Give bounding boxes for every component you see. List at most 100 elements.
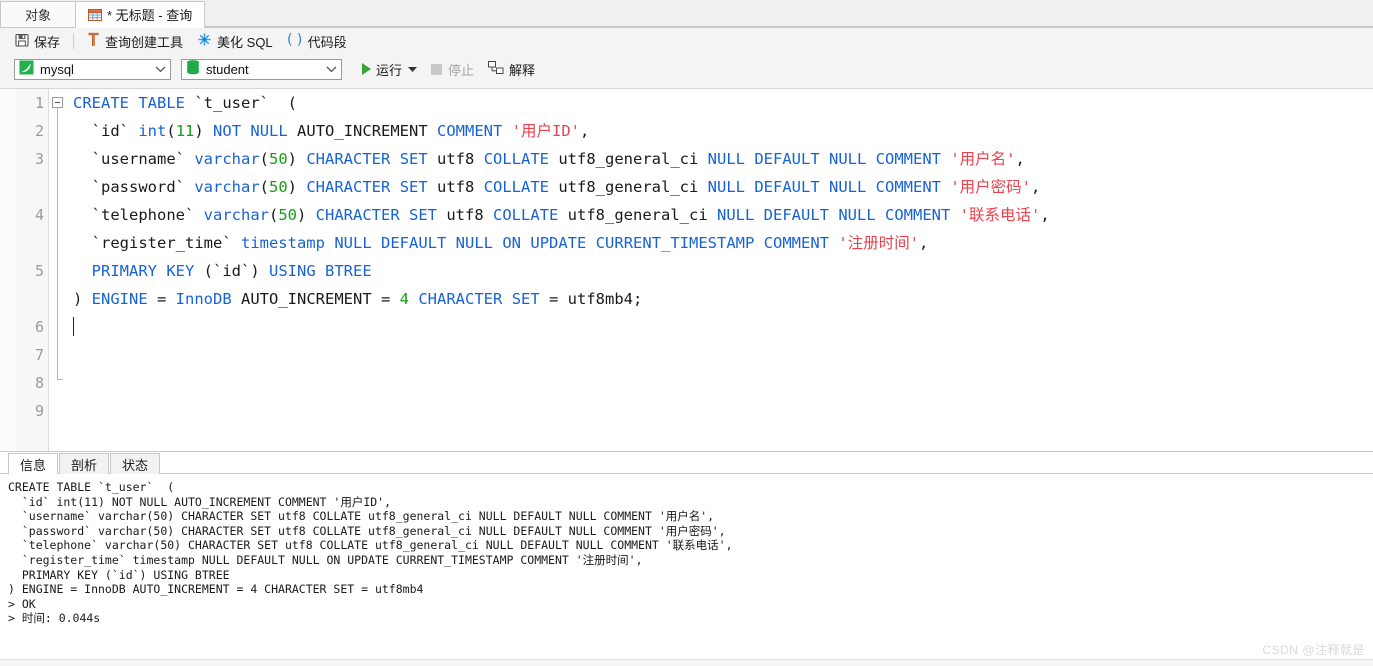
code-token: varchar [194, 150, 260, 168]
code-token: SET [511, 290, 540, 308]
explain-button[interactable]: 解释 [482, 58, 541, 81]
code-token: COMMENT [763, 234, 830, 252]
code-token: utf8_general_ci [558, 206, 717, 224]
code-token: int [138, 122, 167, 140]
code-token: '用户名' [950, 150, 1016, 168]
code-token: NULL [707, 150, 745, 168]
code-token: , [580, 122, 590, 140]
code-token: AUTO_INCREMENT [287, 122, 438, 140]
tab-info[interactable]: 信息 [8, 453, 59, 475]
code-line[interactable]: `username` varchar(50) CHARACTER SET utf… [73, 145, 1373, 173]
code-token: DEFAULT [754, 178, 820, 196]
toolbar-divider-1 [73, 33, 75, 49]
code-token: ( [268, 206, 279, 224]
result-output-text: CREATE TABLE `t_user` ( `id` int(11) NOT… [8, 480, 733, 626]
code-token: UPDATE [530, 234, 587, 252]
tab-query-label: * 无标题 - 查询 [107, 8, 193, 23]
fold-toggle-icon[interactable] [52, 97, 63, 108]
bottom-strip [0, 659, 1373, 666]
code-token: utf8 [437, 206, 494, 224]
code-token: `password` [73, 178, 195, 196]
run-button[interactable]: 运行 [356, 58, 406, 81]
code-token: timestamp [240, 234, 325, 252]
run-dropdown-caret[interactable] [406, 65, 423, 74]
code-token: ) [194, 122, 214, 140]
code-token: ( [259, 150, 269, 168]
chevron-down-icon[interactable] [323, 65, 339, 73]
code-token: COMMENT [875, 150, 941, 168]
code-token: COMMENT [875, 178, 941, 196]
code-fold-column[interactable] [49, 89, 71, 451]
code-token: ( [259, 178, 269, 196]
code-line[interactable]: `telephone` varchar(50) CHARACTER SET ut… [73, 201, 1373, 229]
code-line[interactable]: `password` varchar(50) CHARACTER SET utf… [73, 173, 1373, 201]
database-select[interactable]: student [181, 58, 342, 80]
query-builder-label: 查询创建工具 [105, 34, 184, 50]
stop-button: 停止 [423, 58, 482, 81]
code-token: `register_time` [73, 234, 241, 252]
code-token: NULL [334, 234, 372, 252]
sql-editor[interactable]: 1 2 3 4 5 6 7 8 9 CREATE TABLE `t_user` … [0, 89, 1373, 452]
run-button-label: 运行 [376, 62, 403, 78]
code-token: NULL [716, 206, 755, 224]
database-value: student [206, 61, 249, 77]
builder-tool-icon [87, 32, 100, 50]
line-number: 7 [34, 346, 44, 364]
gutter-stripe [0, 89, 16, 451]
code-token: PRIMARY [91, 262, 157, 280]
explain-plan-icon [488, 60, 504, 78]
code-line[interactable]: `id` int(11) NOT NULL AUTO_INCREMENT COM… [73, 117, 1373, 145]
tab-query[interactable]: * 无标题 - 查询 [75, 1, 206, 28]
csdn-watermark: CSDN @注释就是 [1262, 643, 1365, 657]
svg-text:( ): ( ) [287, 32, 302, 47]
code-token: ( [166, 122, 176, 140]
stop-button-label: 停止 [448, 62, 475, 78]
code-token: ) [287, 178, 307, 196]
tab-profile[interactable]: 剖析 [59, 453, 110, 474]
code-snippet-button[interactable]: ( ) 代码段 [280, 30, 354, 53]
tab-objects[interactable]: 对象 [0, 1, 76, 27]
code-token: AUTO_INCREMENT = [231, 290, 400, 308]
code-line[interactable]: ) ENGINE = InnoDB AUTO_INCREMENT = 4 CHA… [73, 285, 1373, 313]
chevron-down-icon[interactable] [152, 65, 168, 73]
code-token: `t_user` ( [185, 94, 297, 112]
code-line[interactable]: PRIMARY KEY (`id`) USING BTREE [73, 257, 1373, 285]
code-token: ) [73, 290, 92, 308]
code-token: NULL [838, 206, 876, 224]
tab-status[interactable]: 状态 [110, 453, 161, 474]
code-line[interactable]: `register_time` timestamp NULL DEFAULT N… [73, 229, 1373, 257]
save-button[interactable]: 保存 [8, 30, 67, 53]
code-token: `telephone` [73, 206, 204, 224]
code-token: CURRENT_TIMESTAMP [595, 234, 755, 252]
tab-status-label: 状态 [122, 457, 149, 473]
code-line[interactable]: CREATE TABLE `t_user` ( [73, 89, 1373, 117]
code-line[interactable] [73, 313, 1373, 341]
code-token: (`id`) [194, 262, 269, 280]
code-token: , [919, 234, 929, 252]
mysql-dolphin-icon [19, 60, 34, 78]
code-token: ENGINE [91, 290, 148, 308]
code-token: NULL [455, 234, 493, 252]
code-token: NULL [707, 178, 745, 196]
beautify-sql-button[interactable]: 美化 SQL [190, 30, 280, 53]
play-triangle-icon [362, 63, 371, 75]
query-builder-button[interactable]: 查询创建工具 [80, 30, 190, 53]
sql-code-text[interactable]: CREATE TABLE `t_user` ( `id` int(11) NOT… [71, 89, 1373, 451]
connection-select[interactable]: mysql [14, 58, 171, 80]
line-number: 9 [34, 402, 44, 420]
connection-toolbar: mysql student 运行 停止 解释 [0, 54, 1373, 89]
